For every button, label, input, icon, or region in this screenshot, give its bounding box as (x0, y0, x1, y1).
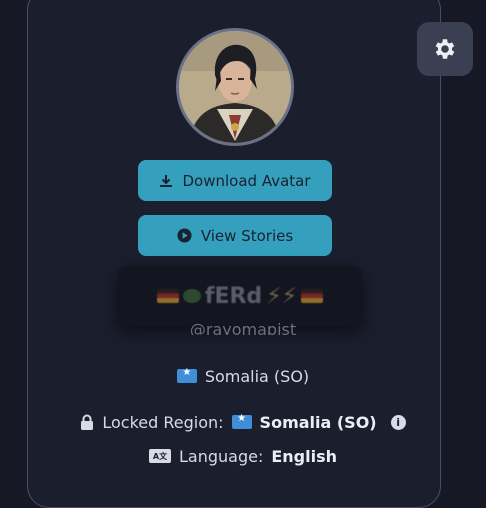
flag-icon (156, 289, 179, 303)
snake-emoji-icon (182, 289, 201, 303)
info-icon[interactable]: i (390, 414, 406, 430)
somalia-flag-icon (231, 413, 252, 429)
locked-region-row: Locked Region: Somalia (SO) i (0, 410, 486, 434)
locked-region-value: Somalia (SO) (259, 412, 377, 432)
username: @rayomapist (189, 320, 297, 335)
download-icon (160, 174, 173, 187)
country-text: Somalia (SO) (204, 366, 310, 386)
lock-icon (81, 414, 94, 430)
locked-region-label: Locked Region: (102, 412, 224, 432)
download-avatar-label: Download Avatar (182, 171, 311, 190)
settings-button[interactable] (417, 22, 473, 76)
lightning-icon: ⚡⚡ (266, 283, 298, 309)
language-value: English (271, 446, 337, 466)
avatar (176, 28, 294, 146)
avatar-portrait-image (179, 31, 291, 143)
view-stories-button[interactable]: View Stories (138, 215, 332, 256)
gear-icon (435, 39, 455, 59)
play-circle-icon (177, 228, 192, 243)
flag-icon (301, 289, 324, 303)
somalia-flag-icon (176, 367, 197, 383)
language-label: Language: (178, 446, 264, 466)
country-row: Somalia (SO) (0, 364, 486, 388)
language-row: A文 Language: English (0, 444, 486, 468)
download-avatar-button[interactable]: Download Avatar (138, 160, 332, 201)
view-stories-label: View Stories (200, 226, 294, 245)
display-name: fERd (204, 283, 263, 309)
language-icon: A文 (148, 449, 171, 463)
